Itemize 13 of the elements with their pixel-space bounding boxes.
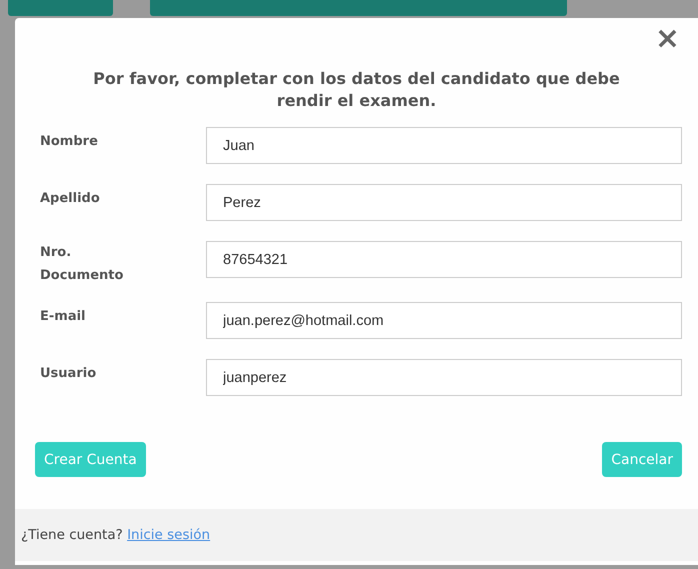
field-label: Usuario	[40, 365, 98, 383]
field-label: Nombre	[40, 133, 99, 151]
dialog-title: Por favor, completar con los datos del candidato que debe rendir el examen.	[92, 68, 621, 112]
close-button[interactable]: ×	[654, 26, 680, 52]
input-field[interactable]: juanperez	[206, 359, 682, 396]
field-label: E-mail	[40, 308, 87, 326]
input-field[interactable]: Juan	[206, 127, 682, 164]
field-label: Apellido	[40, 190, 101, 208]
field-label: Nro. Documento	[40, 244, 124, 285]
footer-text: ¿Tiene cuenta? Inicie sesión	[21, 527, 210, 543]
input-field[interactable]: Perez	[206, 184, 682, 221]
input-field[interactable]: 87654321	[206, 241, 682, 278]
input-field[interactable]: juan.perez@hotmail.com	[206, 302, 682, 339]
